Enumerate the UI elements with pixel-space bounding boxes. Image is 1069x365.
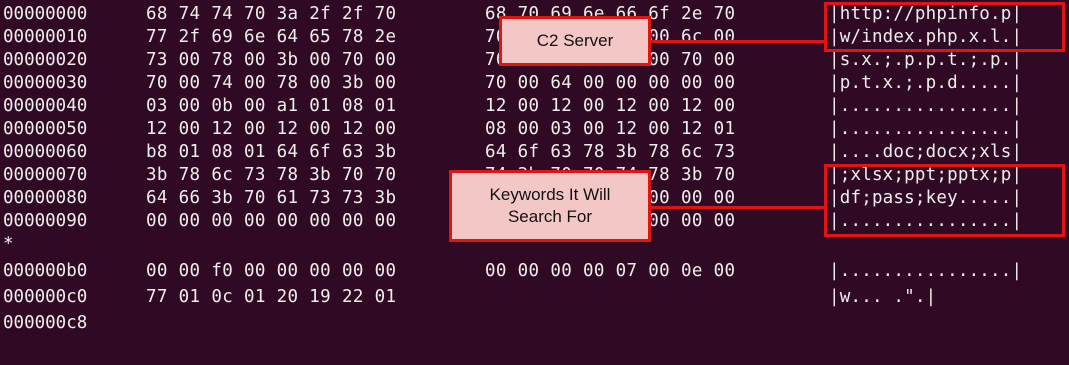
row-ascii: |................|: [829, 96, 1023, 116]
row-offset: 00000090: [3, 211, 88, 231]
row-ascii: |................|: [829, 119, 1023, 139]
row-offset: 00000000: [3, 4, 88, 24]
row-offset: 00000030: [3, 73, 88, 93]
keywords-highlight-box: [824, 164, 1065, 237]
row-hex-right: 70 00 64 00 00 00 00 00: [485, 73, 736, 93]
hexdump-row: 00000010 77 2f 69 6e 64 65 78 2e 70 68 7…: [0, 26, 1022, 48]
keywords-callout-connector: [649, 206, 825, 209]
keywords-callout: Keywords It Will Search For: [449, 170, 651, 242]
row-hex-left: 73 00 78 00 3b 00 70 00: [146, 50, 397, 70]
c2-server-callout-label: C2 Server: [536, 31, 614, 50]
row-hex-right: 00 00 00 00 07 00 0e 00: [485, 261, 736, 281]
hexdump-row: 00000000 68 74 74 70 3a 2f 2f 70 68 70 6…: [0, 3, 1022, 25]
hexdump-row: 00000070 3b 78 6c 73 78 3b 70 70 74 3b 7…: [0, 164, 1022, 186]
row-hex-right: 08 00 03 00 12 00 12 01: [485, 119, 736, 139]
row-ascii: |w... .".|: [829, 287, 937, 307]
row-ascii: |................|: [829, 261, 1023, 281]
hexdump-row: 00000090 00 00 00 00 00 00 00 00 00 00 0…: [0, 210, 1022, 232]
c2-url-highlight-box: [824, 2, 1065, 52]
row-offset: 000000c0: [3, 287, 88, 307]
row-offset: 00000060: [3, 142, 88, 162]
terminal-hexdump-view: 00000000 68 74 74 70 3a 2f 2f 70 68 70 6…: [0, 0, 1069, 365]
hexdump-row: 00000050 12 00 12 00 12 00 12 00 08 00 0…: [0, 118, 1022, 140]
hexdump-row: 00000040 03 00 0b 00 a1 01 08 01 12 00 1…: [0, 95, 1022, 117]
row-hex-left: 70 00 74 00 78 00 3b 00: [146, 73, 397, 93]
keywords-callout-line1: Keywords It Will: [489, 185, 611, 204]
c2-server-callout: C2 Server: [499, 16, 651, 66]
row-offset: 00000040: [3, 96, 88, 116]
keywords-callout-line2: Search For: [507, 207, 593, 226]
hexdump-row: 000000c8: [0, 312, 87, 334]
row-hex-right: 12 00 12 00 12 00 12 00: [485, 96, 736, 116]
row-hex-left: 00 00 00 00 00 00 00 00: [146, 211, 397, 231]
repeat-marker-row: *: [0, 233, 63, 255]
row-hex-left: 68 74 74 70 3a 2f 2f 70: [146, 4, 397, 24]
row-hex-left: b8 01 08 01 64 6f 63 3b: [146, 142, 397, 162]
row-hex-left: 64 66 3b 70 61 73 73 3b: [146, 188, 397, 208]
row-ascii: |p.t.x.;.p.d.....|: [829, 73, 1023, 93]
row-offset: 00000020: [3, 50, 88, 70]
row-offset: 00000070: [3, 165, 88, 185]
row-offset: 00000050: [3, 119, 88, 139]
c2-callout-connector: [649, 40, 825, 43]
row-offset: 000000b0: [3, 261, 88, 281]
row-hex-left: 77 01 0c 01 20 19 22 01: [146, 287, 397, 307]
row-hex-left: 12 00 12 00 12 00 12 00: [146, 119, 397, 139]
hexdump-row: 00000080 64 66 3b 70 61 73 73 3b 6b 65 7…: [0, 187, 1022, 209]
hexdump-row: 000000b0 00 00 f0 00 00 00 00 00 00 00 0…: [0, 260, 1022, 282]
hexdump-row: 00000060 b8 01 08 01 64 6f 63 3b 64 6f 6…: [0, 141, 1022, 163]
hexdump-row: 00000030 70 00 74 00 78 00 3b 00 70 00 6…: [0, 72, 1022, 94]
row-hex-right: 64 6f 63 78 3b 78 6c 73: [485, 142, 736, 162]
row-ascii: |s.x.;.p.p.t.;.p.|: [829, 50, 1023, 70]
hexdump-row: 00000020 73 00 78 00 3b 00 70 00 70 00 7…: [0, 49, 1022, 71]
row-offset: 00000010: [3, 27, 88, 47]
hexdump-row: 000000c0 77 01 0c 01 20 19 22 01 |w... .…: [0, 286, 936, 308]
row-offset: 00000080: [3, 188, 88, 208]
row-hex-left: 00 00 f0 00 00 00 00 00: [146, 261, 397, 281]
row-hex-left: 03 00 0b 00 a1 01 08 01: [146, 96, 397, 116]
row-hex-left: 3b 78 6c 73 78 3b 70 70: [146, 165, 397, 185]
repeat-marker: *: [3, 234, 14, 254]
row-hex-left: 77 2f 69 6e 64 65 78 2e: [146, 27, 397, 47]
row-offset: 000000c8: [3, 313, 88, 333]
row-ascii: |....doc;docx;xls|: [829, 142, 1023, 162]
